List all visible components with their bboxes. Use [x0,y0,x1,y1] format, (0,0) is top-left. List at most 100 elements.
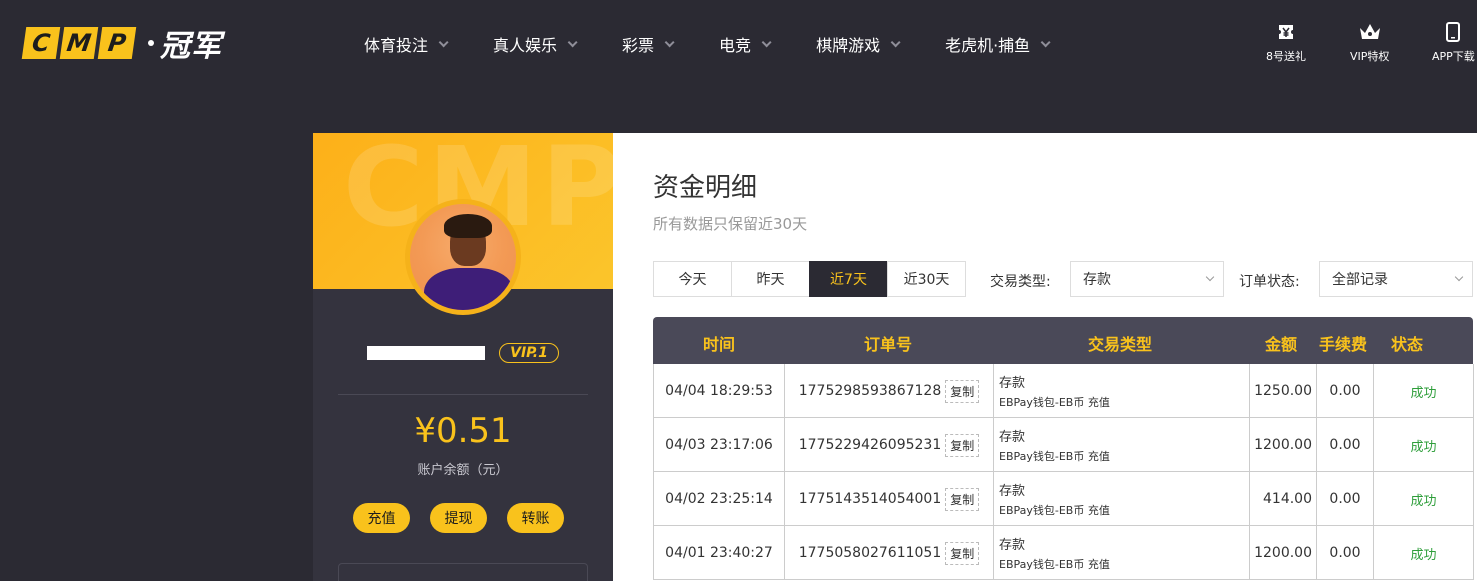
order-number: 1775058027611051 [798,545,942,561]
cell-amount: 1250.00 [1250,364,1317,418]
logo-letter-m: M [59,27,99,59]
chevron-down-icon [1040,36,1051,47]
cell-order: 1775229426095231 复制 [785,418,994,472]
tab-last-30-days[interactable]: 近30天 [887,261,966,297]
top-link-app[interactable]: APP下载 [1432,22,1475,64]
cell-time: 04/04 18:29:53 [654,364,785,418]
column-header-time: 时间 [703,335,736,354]
avatar[interactable] [405,199,521,315]
nav-label: 彩票 [622,36,655,55]
cell-fee: 0.00 [1317,526,1374,580]
copy-button[interactable]: 复制 [945,487,980,511]
cell-fee: 0.00 [1317,364,1374,418]
cell-status: 成功 [1374,364,1474,418]
cell-fee: 0.00 [1317,472,1374,526]
type-detail: EBPay钱包-EB币 充值 [999,396,1110,409]
top-link-vip[interactable]: VIP特权 [1350,22,1389,64]
type-main: 存款 [999,538,1026,553]
chevron-down-icon [438,36,449,47]
gift-yen-icon [1279,25,1293,39]
account-balance: ¥0.51 [414,411,512,451]
brand-logo[interactable]: C M P 冠军 [21,26,222,64]
cell-status: 成功 [1374,418,1474,472]
date-range-tabs: 今天 昨天 近7天 近30天 [653,261,966,297]
cell-time: 04/01 23:40:27 [654,526,785,580]
order-number: 1775229426095231 [798,437,942,453]
type-main: 存款 [999,430,1026,445]
cell-fee: 0.00 [1317,418,1374,472]
divider [338,394,588,395]
nav-label: 真人娱乐 [493,36,558,55]
cell-status: 成功 [1374,526,1474,580]
cell-type: 存款 EBPay钱包-EB币 充值 [994,526,1250,580]
transfer-button[interactable]: 转账 [507,503,564,533]
cell-time: 04/02 23:25:14 [654,472,785,526]
nav-item-lottery[interactable]: 彩票 [622,32,675,56]
table-row: 04/03 23:17:06 1775229426095231 复制 存款 EB… [653,418,1474,472]
type-main: 存款 [999,376,1026,391]
profile-menu-item[interactable] [338,563,588,581]
nav-item-live-casino[interactable]: 真人娱乐 [493,32,578,56]
logo-letter-c: C [21,27,61,59]
cell-order: 1775298593867128 复制 [785,364,994,418]
nav-item-slots-fishing[interactable]: 老虎机·捕鱼 [945,32,1051,56]
table-header: 时间 订单号 交易类型 金额 手续费 状态 [653,317,1473,364]
account-balance-label: 账户余额（元） [417,463,509,478]
column-header-order-no: 订单号 [864,335,913,354]
chevron-down-icon [1205,272,1215,282]
nav-label: 体育投注 [364,36,429,55]
chevron-down-icon [761,36,772,47]
top-link-label: VIP特权 [1350,50,1390,63]
table-row: 04/04 18:29:53 1775298593867128 复制 存款 EB… [653,364,1474,418]
copy-button[interactable]: 复制 [945,541,980,565]
copy-button[interactable]: 复制 [945,379,980,403]
nav-item-card-games[interactable]: 棋牌游戏 [816,32,901,56]
chevron-down-icon [1454,272,1464,282]
tab-yesterday[interactable]: 昨天 [731,261,810,297]
page-title: 资金明细 [653,173,758,203]
cell-amount: 1200.00 [1250,418,1317,472]
crown-icon [1359,24,1380,39]
transaction-type-value: 存款 [1083,272,1111,288]
deposit-button[interactable]: 充值 [353,503,410,533]
type-detail: EBPay钱包-EB币 充值 [999,504,1110,517]
tab-last-7-days[interactable]: 近7天 [809,261,888,297]
tab-today[interactable]: 今天 [653,261,732,297]
order-number: 1775143514054001 [798,491,942,507]
top-link-gift[interactable]: 8号送礼 [1266,22,1306,64]
column-header-amount: 金额 [1265,335,1298,354]
logo-dot [148,40,154,46]
chevron-down-icon [664,36,675,47]
logo-name-cn: 冠军 [160,29,222,64]
copy-button[interactable]: 复制 [945,433,980,457]
cell-order: 1775143514054001 复制 [785,472,994,526]
page-subtitle: 所有数据只保留近30天 [653,215,808,233]
top-header: C M P 冠军 体育投注 真人娱乐 彩票 电竞 棋牌游戏 老虎机·捕鱼 8号送… [0,0,1477,88]
cell-order: 1775058027611051 复制 [785,526,994,580]
logo-letter-p: P [97,27,137,59]
order-status-select[interactable]: 全部记录 [1319,261,1473,297]
vip-badge[interactable]: VIP.1 [499,343,559,363]
type-detail: EBPay钱包-EB币 充值 [999,450,1110,463]
chevron-down-icon [567,36,578,47]
fund-details-panel: 资金明细 所有数据只保留近30天 今天 昨天 近7天 近30天 交易类型: 存款… [613,133,1477,581]
chevron-down-icon [890,36,901,47]
username-redacted [367,346,486,360]
table-row: 04/01 23:40:27 1775058027611051 复制 存款 EB… [653,526,1474,580]
cell-amount: 1200.00 [1250,526,1317,580]
main-nav: 体育投注 真人娱乐 彩票 电竞 棋牌游戏 老虎机·捕鱼 [364,32,1095,56]
nav-item-esports[interactable]: 电竞 [719,32,772,56]
wallet-actions: 充值 提现 转账 [353,503,584,533]
nav-item-sports[interactable]: 体育投注 [364,32,449,56]
nav-label: 电竞 [719,36,752,55]
order-status-label: 订单状态: [1239,274,1300,290]
username-row: VIP.1 [313,343,613,363]
cell-time: 04/03 23:17:06 [654,418,785,472]
transaction-type-select[interactable]: 存款 [1070,261,1224,297]
withdraw-button[interactable]: 提现 [430,503,487,533]
top-link-label: 8号送礼 [1266,50,1306,63]
profile-card: CMP VIP.1 ¥0.51 账户余额（元） 充值 提现 转账 [313,133,613,581]
cell-status: 成功 [1374,472,1474,526]
cell-type: 存款 EBPay钱包-EB币 充值 [994,364,1250,418]
phone-icon [1446,22,1461,42]
